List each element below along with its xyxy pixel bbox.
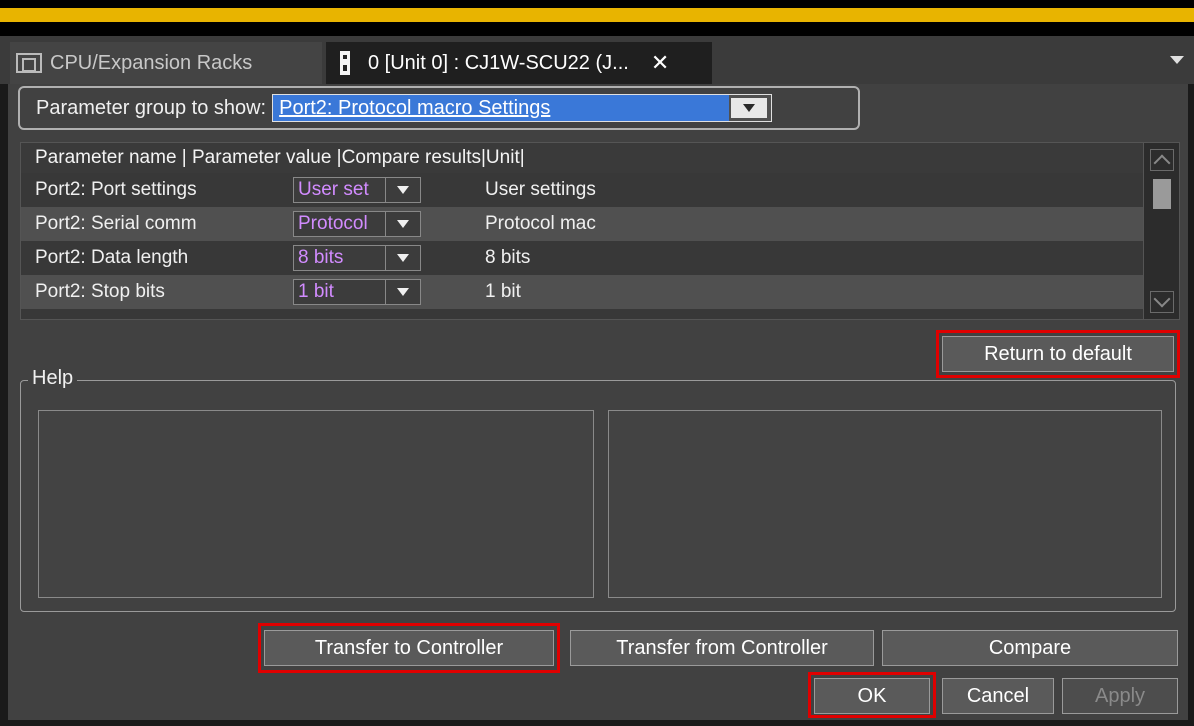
return-to-default-button[interactable]: Return to default bbox=[942, 336, 1174, 372]
tab-list-dropdown-icon[interactable] bbox=[1170, 56, 1184, 64]
parameter-name: Port2: Stop bits bbox=[35, 281, 165, 302]
parameter-table: Parameter name | Parameter value |Compar… bbox=[20, 142, 1180, 320]
parameter-group-label: Parameter group to show: bbox=[36, 96, 267, 119]
apply-button[interactable]: Apply bbox=[1062, 678, 1178, 714]
dropdown-button[interactable] bbox=[386, 246, 420, 270]
dropdown-button[interactable] bbox=[386, 280, 420, 304]
table-row[interactable]: Port2: Serial comm Protocol Protocol mac bbox=[21, 207, 1143, 241]
table-scrollbar[interactable] bbox=[1143, 143, 1179, 319]
table-row[interactable]: Port2: Stop bits 1 bit 1 bit bbox=[21, 275, 1143, 309]
ok-button[interactable]: OK bbox=[814, 678, 930, 714]
scroll-up-icon[interactable] bbox=[1150, 149, 1174, 171]
parameter-value: 1 bit bbox=[294, 280, 386, 304]
tab-cpu-expansion-racks[interactable]: CPU/Expansion Racks bbox=[10, 42, 322, 84]
parameter-name: Port2: Serial comm bbox=[35, 213, 197, 234]
chevron-down-icon bbox=[397, 288, 409, 296]
table-row[interactable]: Port2: Data length 8 bits 8 bits bbox=[21, 241, 1143, 275]
parameter-group-select[interactable]: Port2: Protocol macro Settings bbox=[272, 94, 773, 122]
parameter-value: Protocol bbox=[294, 212, 386, 236]
compare-result: User settings bbox=[485, 179, 596, 200]
title-bar bbox=[0, 0, 1194, 8]
tab-unit-0[interactable]: 0 [Unit 0] : CJ1W-SCU22 (J... ✕ bbox=[326, 42, 712, 84]
parameter-name: Port2: Port settings bbox=[35, 179, 197, 200]
compare-result: 1 bit bbox=[485, 281, 521, 302]
dropdown-button[interactable] bbox=[386, 178, 420, 202]
tab-label: 0 [Unit 0] : CJ1W-SCU22 (J... bbox=[368, 51, 629, 74]
parameter-group-bar: Parameter group to show: Port2: Protocol… bbox=[18, 86, 860, 130]
tab-strip: CPU/Expansion Racks 0 [Unit 0] : CJ1W-SC… bbox=[0, 36, 1194, 84]
parameter-value-select[interactable]: User set bbox=[293, 177, 421, 203]
transfer-from-controller-button[interactable]: Transfer from Controller bbox=[570, 630, 874, 666]
scroll-down-icon[interactable] bbox=[1150, 291, 1174, 313]
chevron-down-icon bbox=[397, 220, 409, 228]
parameter-value-select[interactable]: 1 bit bbox=[293, 279, 421, 305]
chevron-down-icon bbox=[397, 186, 409, 194]
table-row[interactable]: Port2: Port settings User set User setti… bbox=[21, 173, 1143, 207]
parameter-value: User set bbox=[294, 178, 386, 202]
help-description-box bbox=[38, 410, 594, 598]
parameter-name: Port2: Data length bbox=[35, 247, 189, 268]
compare-result: Protocol mac bbox=[485, 213, 596, 234]
parameter-value: 8 bits bbox=[294, 246, 386, 270]
transfer-to-controller-button[interactable]: Transfer to Controller bbox=[264, 630, 554, 666]
close-icon[interactable]: ✕ bbox=[651, 50, 669, 76]
unit-icon bbox=[340, 51, 350, 75]
cancel-button[interactable]: Cancel bbox=[942, 678, 1054, 714]
accent-bar bbox=[0, 8, 1194, 22]
chevron-down-icon bbox=[743, 104, 756, 112]
parameter-value-select[interactable]: 8 bits bbox=[293, 245, 421, 271]
dropdown-button[interactable] bbox=[386, 212, 420, 236]
scroll-thumb[interactable] bbox=[1153, 179, 1171, 209]
rack-icon bbox=[16, 53, 42, 73]
parameter-value-select[interactable]: Protocol bbox=[293, 211, 421, 237]
compare-button[interactable]: Compare bbox=[882, 630, 1178, 666]
header-strip bbox=[0, 22, 1194, 36]
dropdown-button[interactable] bbox=[731, 98, 768, 118]
unit-settings-panel: Parameter group to show: Port2: Protocol… bbox=[8, 84, 1188, 720]
help-detail-box bbox=[608, 410, 1162, 598]
chevron-down-icon bbox=[397, 254, 409, 262]
compare-result: 8 bits bbox=[485, 247, 531, 268]
tab-label: CPU/Expansion Racks bbox=[50, 51, 253, 74]
table-header: Parameter name | Parameter value |Compar… bbox=[21, 143, 1143, 173]
help-legend: Help bbox=[28, 367, 78, 390]
parameter-group-value: Port2: Protocol macro Settings bbox=[273, 95, 730, 121]
